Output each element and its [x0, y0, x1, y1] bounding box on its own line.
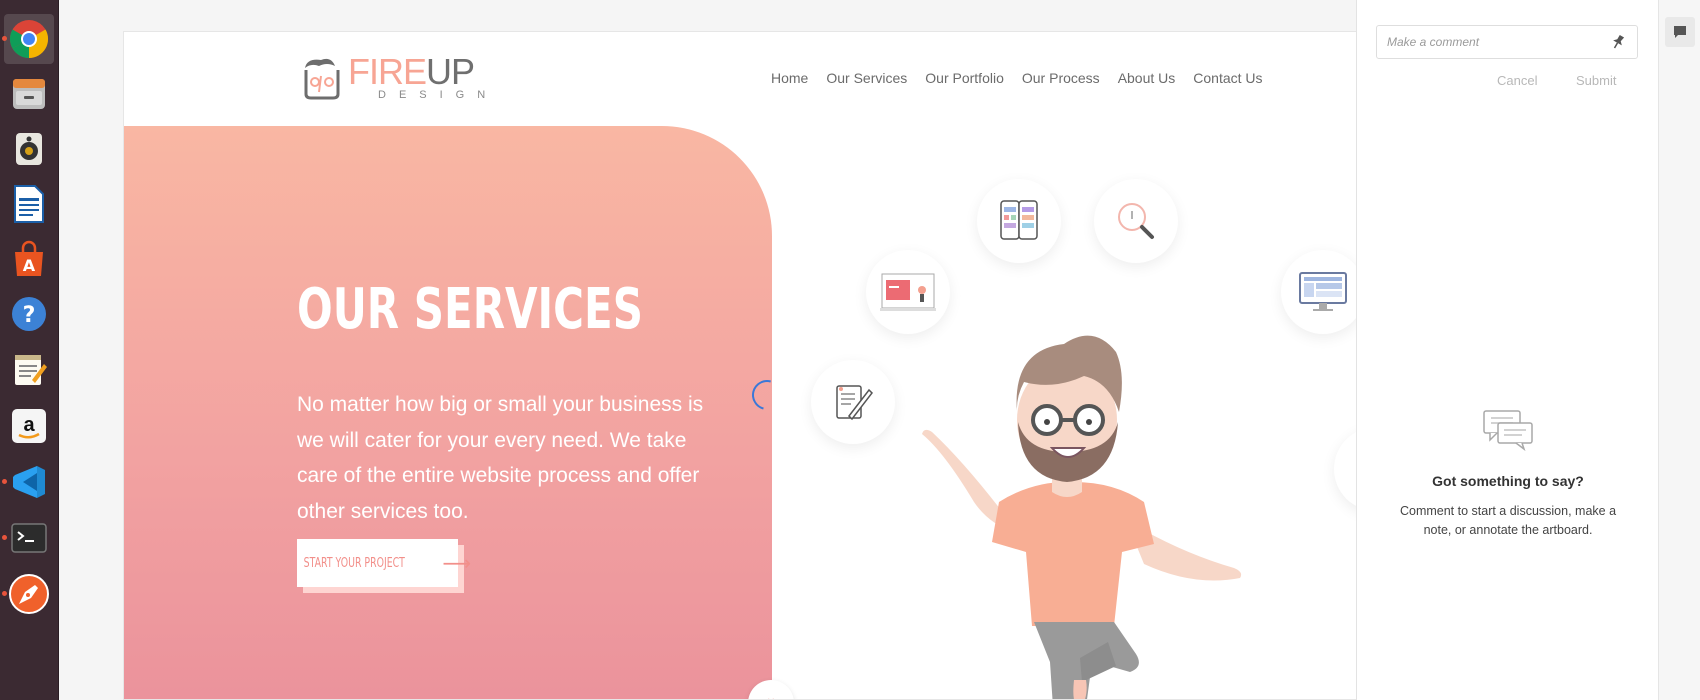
- desktop-bubble: [1281, 250, 1365, 334]
- site-nav-links: Home Our Services Our Portfolio Our Proc…: [771, 70, 1281, 86]
- monitor-icon: [1299, 272, 1347, 311]
- launcher-file-manager[interactable]: [4, 69, 54, 119]
- vscode-icon: [13, 466, 45, 498]
- seo-bubble: [1094, 179, 1178, 263]
- canvas-area: FIREUP DESIGN Home Our Services Our Port…: [59, 0, 1413, 700]
- running-indicator: [2, 479, 7, 484]
- start-project-button[interactable]: START YOUR PROJECT ⟶: [297, 539, 471, 587]
- nav-home[interactable]: Home: [771, 70, 808, 86]
- speaker-icon: [16, 133, 42, 165]
- logo-fire-text: FIRE: [348, 51, 427, 92]
- launcher-vscode[interactable]: [2, 457, 54, 507]
- terminal-icon: [11, 523, 47, 553]
- chrome-icon: [9, 20, 49, 59]
- running-indicator: [2, 535, 7, 540]
- app-launcher: A ? a: [0, 0, 59, 700]
- svg-text:?: ?: [23, 303, 36, 328]
- amazon-icon: a: [12, 409, 46, 443]
- logo-face-icon: [304, 58, 340, 100]
- file-cabinet-icon: [13, 79, 45, 109]
- magnifier-icon: [1118, 203, 1154, 239]
- mobile-app-bubble: [977, 179, 1061, 263]
- site-logo[interactable]: FIREUP DESIGN: [297, 54, 498, 102]
- site-header: FIREUP DESIGN Home Our Services Our Port…: [124, 32, 1412, 127]
- launcher-pen-tool[interactable]: [2, 569, 54, 619]
- nav-contact-us[interactable]: Contact Us: [1193, 70, 1262, 86]
- launcher-terminal[interactable]: [2, 513, 54, 563]
- document-icon: [14, 185, 44, 223]
- arrow-right-icon: ⟶: [442, 552, 472, 575]
- nav-our-process[interactable]: Our Process: [1022, 70, 1100, 86]
- launcher-software-center[interactable]: A: [4, 234, 54, 284]
- launcher-speaker[interactable]: [4, 124, 54, 174]
- mascot-illustration: [922, 335, 1242, 699]
- hero-title: OUR SERVICES: [297, 277, 643, 342]
- empty-state-text: Comment to start a discussion, make a no…: [1399, 504, 1617, 537]
- nav-about-us[interactable]: About Us: [1118, 70, 1176, 86]
- submit-button[interactable]: Submit: [1576, 73, 1616, 88]
- logo-up-text: UP: [426, 51, 475, 92]
- start-project-label: START YOUR PROJECT: [303, 555, 405, 571]
- cancel-button[interactable]: Cancel: [1497, 73, 1537, 88]
- svg-text:A: A: [23, 256, 36, 275]
- pen-nib-icon: [9, 574, 49, 614]
- comment-icon: [1674, 26, 1686, 38]
- speech-bubbles-icon: [1483, 410, 1533, 451]
- launcher-text-editor[interactable]: [4, 344, 54, 394]
- hero-description: No matter how big or small your business…: [297, 393, 704, 523]
- right-rail: [1658, 0, 1700, 700]
- pen-paper-icon: [836, 385, 873, 421]
- pin-icon[interactable]: [1609, 33, 1627, 51]
- running-indicator: [2, 36, 7, 41]
- artboard[interactable]: FIREUP DESIGN Home Our Services Our Port…: [123, 31, 1413, 700]
- help-icon: ?: [12, 297, 46, 331]
- comments-panel: Cancel Submit Got something to say? Comm…: [1356, 0, 1658, 700]
- logo-subtitle: DESIGN: [378, 89, 499, 101]
- svg-text:a: a: [23, 414, 35, 436]
- running-indicator: [2, 591, 7, 596]
- notepad-icon: [15, 355, 47, 385]
- nav-our-services[interactable]: Our Services: [826, 70, 907, 86]
- shopping-bag-icon: A: [15, 240, 43, 276]
- empty-state-title: Got something to say?: [1432, 473, 1584, 489]
- launcher-chrome[interactable]: [2, 14, 54, 64]
- comment-input[interactable]: [1376, 25, 1638, 59]
- chevron-down-icon: ⌄: [765, 689, 777, 700]
- nav-our-portfolio[interactable]: Our Portfolio: [925, 70, 1004, 86]
- launcher-writer[interactable]: [4, 179, 54, 229]
- mobile-phones-icon: [1000, 200, 1038, 240]
- comments-toggle-button[interactable]: [1665, 17, 1695, 47]
- launcher-help[interactable]: ?: [4, 289, 54, 339]
- launcher-amazon[interactable]: a: [4, 401, 54, 451]
- copywriting-bubble: [811, 360, 895, 444]
